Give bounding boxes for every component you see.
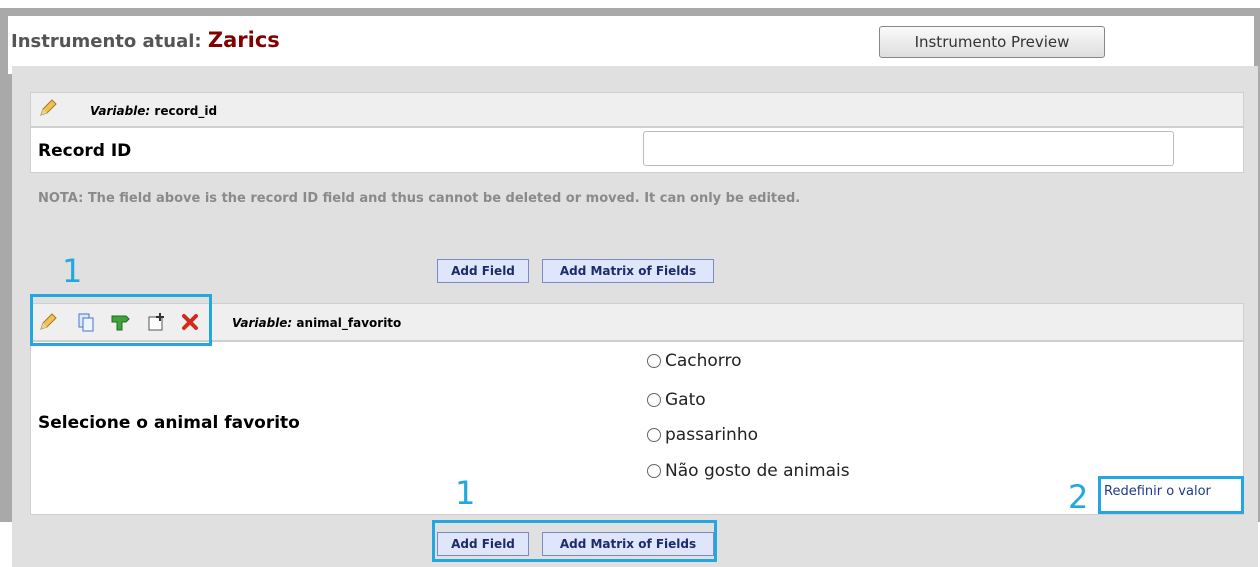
radio-option-nao-gosto[interactable]: Não gosto de animais [647,461,850,481]
instrument-title-label: Instrumento atual: [11,31,208,52]
radio-option-gato[interactable]: Gato [647,390,706,410]
radio-button[interactable] [647,464,661,478]
radio-button[interactable] [647,393,661,407]
add-field-button[interactable]: Add Field [437,259,529,283]
radio-label: Gato [665,390,706,410]
annotation-number-1: 1 [62,252,83,290]
add-matrix-button[interactable]: Add Matrix of Fields [542,259,714,283]
instrument-title: Instrumento atual: Zarics [11,28,280,52]
radio-label: Não gosto de animais [665,461,850,481]
instrument-name: Zarics [207,28,280,52]
variable-name-record-id: Variable: record_id [90,104,218,118]
radio-button[interactable] [647,428,661,442]
radio-option-cachorro[interactable]: Cachorro [647,351,742,371]
radio-label: Cachorro [665,351,742,371]
variable-bar-animal-favorito [30,303,1244,341]
annotation-number-1: 1 [455,474,476,512]
annotation-box-buttons [432,520,717,562]
field-label-record-id: Record ID [38,141,132,161]
radio-option-passarinho[interactable]: passarinho [647,425,758,445]
annotation-number-2: 2 [1068,478,1089,516]
pencil-icon[interactable] [38,98,58,118]
record-id-input[interactable] [643,131,1174,166]
annotation-box-reset [1098,476,1244,514]
instrument-preview-button[interactable]: Instrumento Preview [879,26,1105,58]
annotation-box-icons [30,294,212,346]
field-label-animal-favorito: Selecione o animal favorito [38,413,300,433]
radio-button[interactable] [647,354,661,368]
radio-label: passarinho [665,425,759,445]
variable-name-animal-favorito: Variable: animal_favorito [232,316,402,330]
record-id-note: NOTA: The field above is the record ID f… [38,191,801,206]
